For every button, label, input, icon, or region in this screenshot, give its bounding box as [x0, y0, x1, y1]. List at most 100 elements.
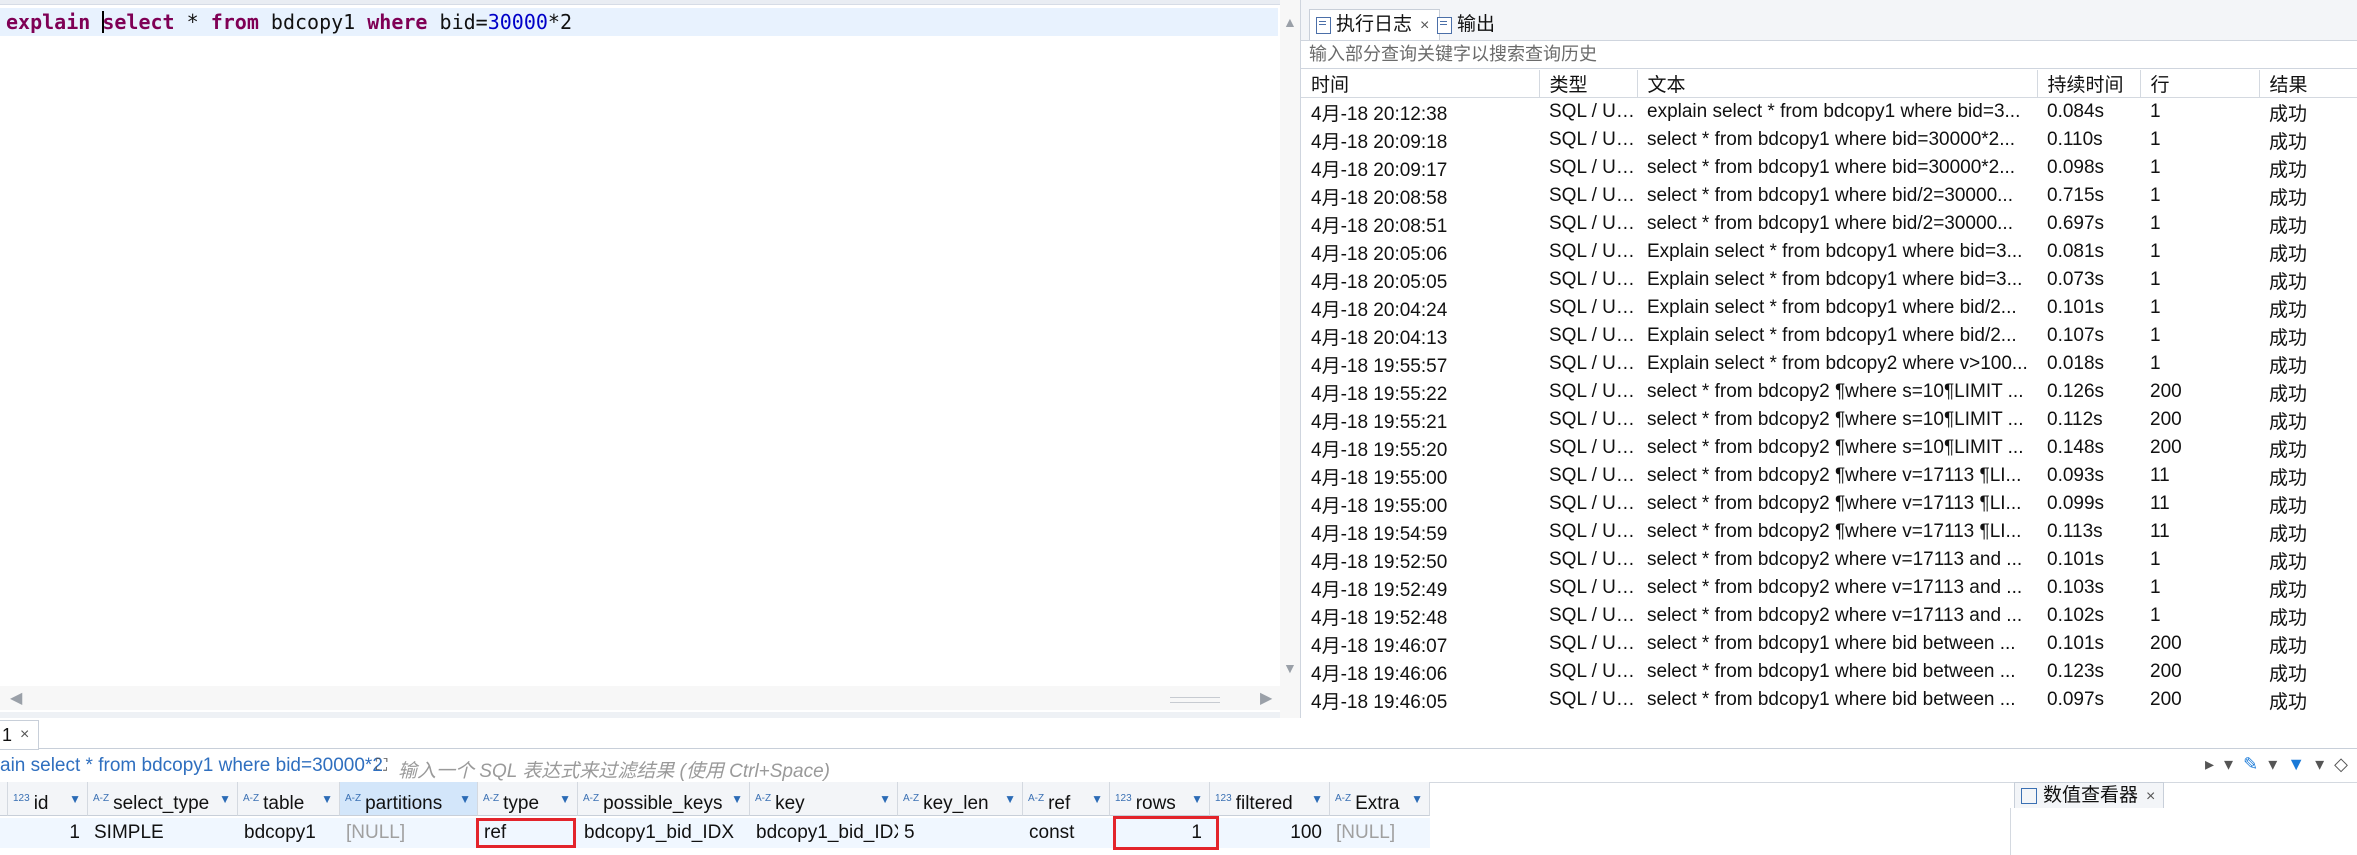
- history-row[interactable]: 4月-18 20:08:51 SQL / Us... select * from b…: [1301, 210, 2357, 238]
- history-cell-type: SQL / Us...: [1549, 409, 1637, 430]
- history-row[interactable]: 4月-18 20:09:18 SQL / Us... select * from b…: [1301, 126, 2357, 154]
- close-icon[interactable]: ×: [20, 721, 29, 749]
- sql-space: [90, 10, 102, 34]
- history-row[interactable]: 4月-18 19:55:20 SQL / Us... select * from b…: [1301, 434, 2357, 462]
- sort-icon[interactable]: ▼: [1191, 782, 1203, 816]
- sort-icon[interactable]: ▼: [1311, 782, 1323, 816]
- sort-icon[interactable]: ▼: [559, 782, 571, 816]
- history-row[interactable]: 4月-18 20:09:17 SQL / Us... select * from b…: [1301, 154, 2357, 182]
- eraser-icon[interactable]: ✎: [2243, 754, 2258, 774]
- funnel-icon[interactable]: ▼: [2287, 754, 2305, 774]
- history-row[interactable]: 4月-18 19:46:05 SQL / Us... select * from b…: [1301, 686, 2357, 714]
- column-header[interactable]: 持续时间: [2037, 70, 2141, 98]
- close-icon[interactable]: ×: [1420, 17, 1429, 34]
- play-icon[interactable]: ▸: [2205, 754, 2214, 774]
- column-header-filtered[interactable]: 123 filtered ▼: [1210, 782, 1330, 816]
- cell-key[interactable]: bdcopy1_bid_IDX: [750, 818, 906, 848]
- sort-icon[interactable]: ▼: [219, 782, 231, 816]
- scroll-down-icon[interactable]: ▼: [1283, 660, 1297, 676]
- history-row[interactable]: 4月-18 19:52:50 SQL / Us... select * from b…: [1301, 546, 2357, 574]
- history-row[interactable]: 4月-18 20:04:13 SQL / Us... Explain select …: [1301, 322, 2357, 350]
- cell-partitions[interactable]: [NULL]: [340, 818, 478, 848]
- more-icon[interactable]: ◇: [2334, 754, 2348, 774]
- sort-icon[interactable]: ▼: [1004, 782, 1016, 816]
- sort-icon[interactable]: ▼: [69, 782, 81, 816]
- history-row[interactable]: 4月-18 20:08:58 SQL / Us... select * from b…: [1301, 182, 2357, 210]
- history-row[interactable]: 4月-18 19:54:59 SQL / Us... select * from b…: [1301, 518, 2357, 546]
- history-cell-result: 成功: [2269, 411, 2308, 433]
- column-header-table[interactable]: A-Z table ▼: [238, 782, 340, 816]
- tab-execution-log[interactable]: 执行日志 ×: [1309, 9, 1441, 40]
- history-cell-type: SQL / Us...: [1549, 633, 1637, 654]
- history-row[interactable]: 4月-18 19:46:06 SQL / Us... select * from b…: [1301, 658, 2357, 686]
- cell-table[interactable]: bdcopy1: [238, 818, 340, 848]
- row-header[interactable]: [0, 818, 8, 848]
- scroll-left-icon[interactable]: ◀: [10, 688, 22, 708]
- history-cell-time: 4月-18 19:52:50: [1311, 551, 1448, 573]
- chevron-down-icon[interactable]: ▾: [2315, 754, 2324, 774]
- cell-ref[interactable]: const: [1023, 818, 1110, 848]
- sort-icon[interactable]: ▼: [731, 782, 743, 816]
- cell-filtered[interactable]: 100: [1210, 818, 1330, 848]
- type-icon: 123: [13, 793, 30, 804]
- history-row[interactable]: 4月-18 20:05:06 SQL / Us... Explain select …: [1301, 238, 2357, 266]
- column-header-select-type[interactable]: A-Z select_type ▼: [88, 782, 238, 816]
- history-row[interactable]: 4月-18 20:12:38 SQL / Us... explain select …: [1301, 98, 2357, 127]
- filter-expand-icon[interactable]: ⛶: [376, 757, 387, 775]
- history-row[interactable]: 4月-18 19:55:00 SQL / Us... select * from b…: [1301, 490, 2357, 518]
- column-header-key-len[interactable]: A-Z key_len ▼: [898, 782, 1023, 816]
- editor-horizontal-scrollbar[interactable]: ◀ ▶: [0, 686, 1280, 710]
- sort-icon[interactable]: ▼: [879, 782, 891, 816]
- history-cell-result: 成功: [2269, 355, 2308, 377]
- history-row[interactable]: 4月-18 19:46:07 SQL / Us... select * from b…: [1301, 630, 2357, 658]
- column-header-key[interactable]: A-Z key ▼: [750, 782, 898, 816]
- result-tab[interactable]: 1 ×: [0, 720, 39, 750]
- cell-select-type[interactable]: SIMPLE: [88, 818, 238, 848]
- column-header-possible-keys[interactable]: A-Z possible_keys ▼: [578, 782, 750, 816]
- cell-possible-keys[interactable]: bdcopy1_bid_IDX: [578, 818, 750, 848]
- sort-icon[interactable]: ▼: [321, 782, 333, 816]
- scroll-thumb[interactable]: [1170, 697, 1220, 703]
- chevron-down-icon[interactable]: ▾: [2268, 754, 2277, 774]
- column-header[interactable]: 文本: [1637, 70, 2038, 98]
- column-header[interactable]: 结果: [2259, 70, 2357, 98]
- sort-icon[interactable]: ▼: [1091, 782, 1103, 816]
- history-row[interactable]: 4月-18 19:55:21 SQL / Us... select * from b…: [1301, 406, 2357, 434]
- column-header-rows[interactable]: 123 rows ▼: [1110, 782, 1210, 816]
- column-header-partitions[interactable]: A-Z partitions ▼: [340, 782, 478, 816]
- tab-output[interactable]: 输出: [1431, 10, 1505, 40]
- cell-extra[interactable]: [NULL]: [1330, 818, 1430, 848]
- sort-icon[interactable]: ▼: [1411, 782, 1423, 816]
- column-header-extra[interactable]: A-Z Extra ▼: [1330, 782, 1430, 816]
- history-row[interactable]: 4月-18 19:52:48 SQL / Us... select * from b…: [1301, 602, 2357, 630]
- history-row[interactable]: 4月-18 19:52:49 SQL / Us... select * from b…: [1301, 574, 2357, 602]
- history-row[interactable]: 4月-18 19:55:22 SQL / Us... select * from b…: [1301, 378, 2357, 406]
- column-header-id[interactable]: 123 id ▼: [8, 782, 88, 816]
- cell-id[interactable]: 1: [8, 818, 88, 848]
- sql-editor[interactable]: explain select * from bdcopy1 where bid=…: [0, 0, 1280, 718]
- filter-input[interactable]: 输入一个 SQL 表达式来过滤结果 (使用 Ctrl+Space): [398, 756, 830, 783]
- column-header[interactable]: 时间: [1301, 70, 1540, 98]
- value-viewer-tab[interactable]: 数值查看器 ×: [2014, 782, 2165, 810]
- scroll-up-icon[interactable]: ▲: [1283, 14, 1297, 30]
- history-row[interactable]: 4月-18 20:05:05 SQL / Us... Explain select …: [1301, 266, 2357, 294]
- history-row[interactable]: 4月-18 19:55:57 SQL / Us... Explain select …: [1301, 350, 2357, 378]
- history-cell-type: SQL / Us...: [1549, 353, 1637, 374]
- column-header-type[interactable]: A-Z type ▼: [478, 782, 578, 816]
- history-search-input[interactable]: 输入部分查询关键字以搜索查询历史: [1309, 42, 2349, 66]
- history-cell-text: select * from bdcopy1 where bid=30000*2.…: [1647, 157, 2016, 178]
- sort-icon[interactable]: ▼: [459, 782, 471, 816]
- history-row[interactable]: 4月-18 19:55:00 SQL / Us... select * from b…: [1301, 462, 2357, 490]
- close-icon[interactable]: ×: [2146, 788, 2155, 805]
- cell-key-len[interactable]: 5: [898, 818, 1023, 848]
- sql-code-line[interactable]: explain select * from bdcopy1 where bid=…: [6, 10, 572, 34]
- history-cell-rows: 1: [2150, 577, 2161, 598]
- column-header[interactable]: 类型: [1539, 70, 1638, 98]
- history-dropdown-icon[interactable]: ▾: [2224, 754, 2233, 774]
- history-cell-dur: 0.073s: [2047, 269, 2105, 290]
- column-header[interactable]: 行: [2140, 70, 2260, 98]
- editor-vertical-scrollbar[interactable]: ▲ ▼: [1280, 0, 1300, 718]
- column-header-ref[interactable]: A-Z ref ▼: [1023, 782, 1110, 816]
- history-row[interactable]: 4月-18 20:04:24 SQL / Us... Explain select …: [1301, 294, 2357, 322]
- scroll-right-icon[interactable]: ▶: [1260, 688, 1272, 708]
